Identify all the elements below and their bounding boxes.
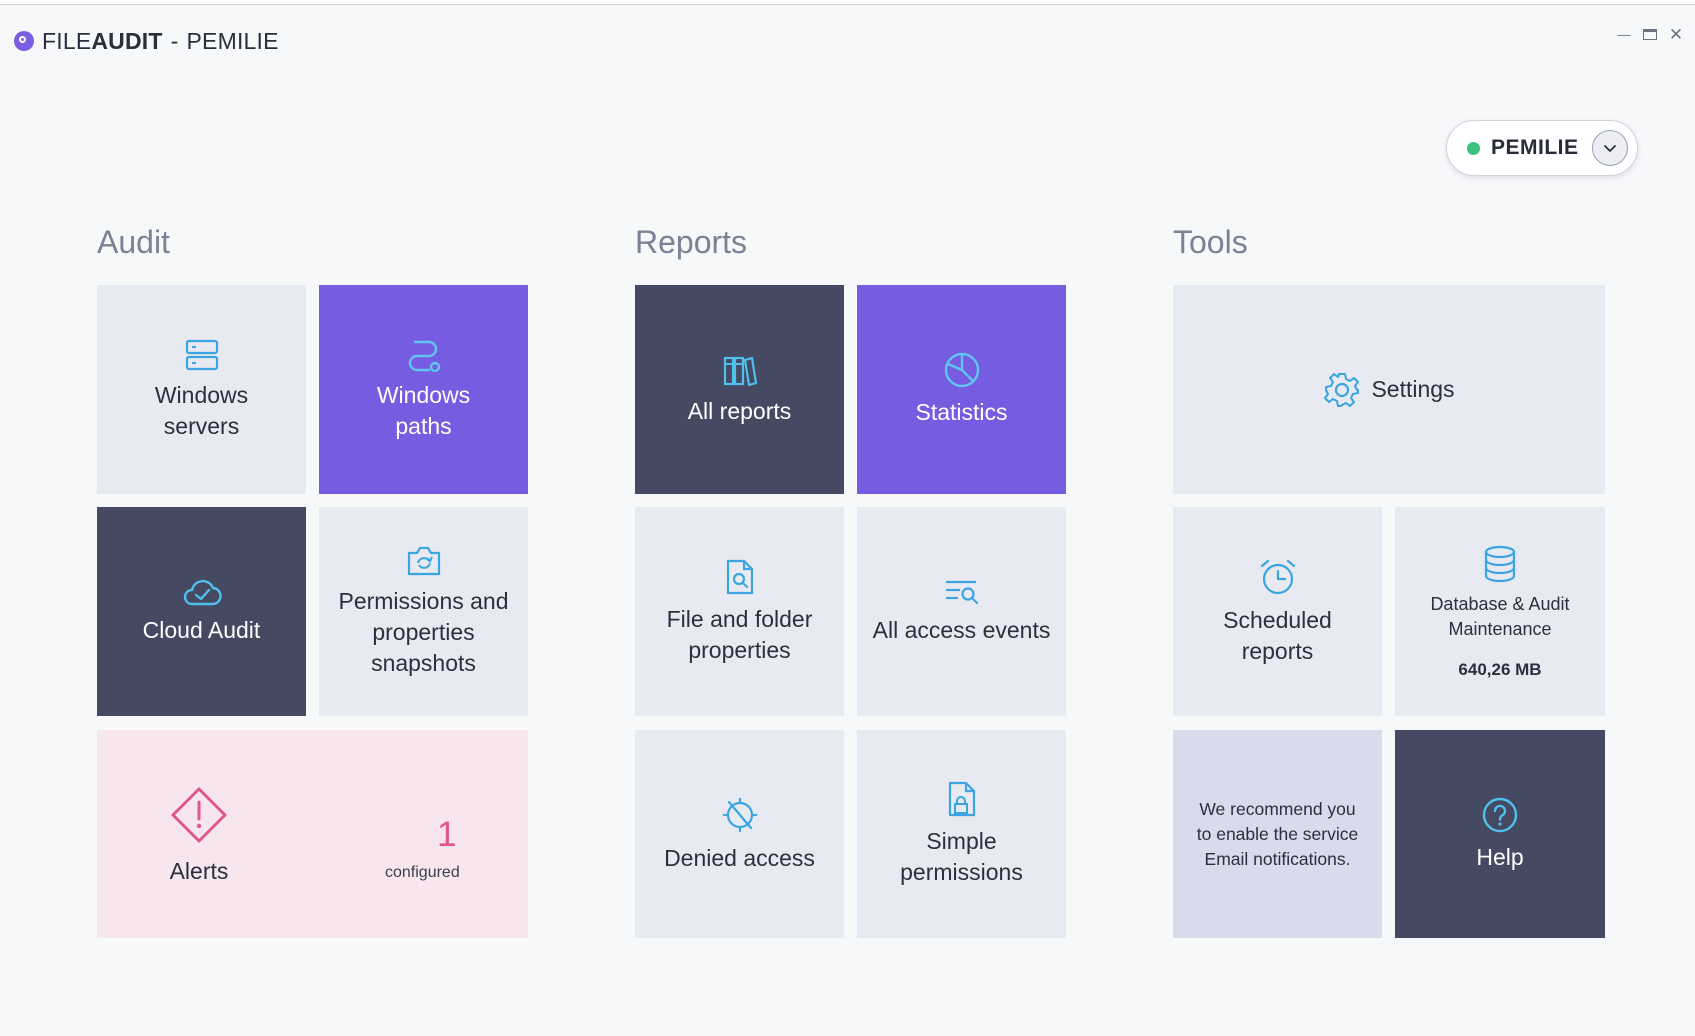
tile-permissions-snapshots[interactable]: Permissions and properties snapshots [319,507,528,716]
warning-diamond-icon [171,787,227,843]
alerts-configured-label: configured [385,864,460,881]
database-size: 640,26 MB [1458,659,1542,679]
chevron-down-icon [1604,145,1616,152]
books-icon [723,356,757,387]
minimize-button[interactable]: — [1615,26,1633,44]
file-search-icon [726,559,753,594]
tile-label: All reports [687,398,792,424]
close-button[interactable]: ✕ [1667,26,1685,44]
server-selector[interactable]: PEMILIE [1446,120,1638,176]
snapshot-icon [407,546,440,576]
tile-label: Alerts [169,858,229,884]
route-icon [408,340,440,372]
pie-chart-icon [944,352,979,388]
tile-email-recommendation[interactable]: We recommend you to enable the service Ema… [1173,730,1382,938]
window-top-border [0,0,1695,5]
tile-database-maintenance[interactable]: Database & Audit Maintenance 640,26 MB [1395,507,1605,716]
server-dropdown-button[interactable] [1592,130,1628,166]
tile-simple-permissions[interactable]: Simple permissions [857,730,1066,938]
tile-label: Windows paths [376,381,471,439]
tile-label: Help [1476,843,1524,870]
tile-label: File and folder properties [666,605,813,663]
window-controls: — ✕ [1615,26,1685,44]
cloud-check-icon [183,579,222,606]
window-title: FILEAUDIT - PEMILIE [42,27,279,54]
tile-label: Database & Audit Maintenance [1430,593,1570,639]
tile-label: Cloud Audit [142,617,261,643]
tile-settings[interactable]: Settings [1173,285,1605,494]
tile-label: All access events [872,617,1051,643]
tile-all-access-events[interactable]: All access events [857,507,1066,716]
section-title-audit: Audit [97,224,170,260]
tile-label: Scheduled reports [1223,606,1332,664]
server-name: PEMILIE [1491,136,1579,159]
tile-label: Denied access [664,844,815,871]
denied-icon [722,797,757,832]
tile-all-reports[interactable]: All reports [635,285,844,494]
recommendation-text: We recommend you to enable the service Ema… [1196,798,1359,869]
tile-label: Simple permissions [900,828,1023,885]
server-status-dot [1467,141,1480,155]
section-title-tools: Tools [1173,224,1248,260]
window-titlebar: FILEAUDIT - PEMILIE [14,26,279,56]
server-icon [185,339,218,370]
maximize-button[interactable] [1643,29,1657,40]
database-icon [1484,545,1516,582]
tile-cloud-audit[interactable]: Cloud Audit [97,507,306,716]
tile-alerts[interactable]: Alerts 1 configured [97,730,528,938]
tile-label: Windows servers [154,381,249,439]
tile-scheduled-reports[interactable]: Scheduled reports [1173,507,1382,716]
alerts-left-group: Alerts [169,786,229,887]
tile-windows-paths[interactable]: Windows paths [319,285,528,494]
tile-label: Settings [1371,376,1455,402]
list-search-icon [945,580,978,605]
fileaudit-logo-icon [14,31,34,51]
gear-icon [1324,372,1360,407]
tile-label: Statistics [915,399,1008,425]
tile-windows-servers[interactable]: Windows servers [97,285,306,494]
alarm-clock-icon [1260,559,1295,594]
help-circle-icon [1482,797,1518,832]
tile-file-folder-properties[interactable]: File and folder properties [635,507,844,716]
tile-statistics[interactable]: Statistics [857,285,1066,494]
tile-help[interactable]: Help [1395,730,1605,938]
alerts-count: 1 [437,815,457,854]
section-title-reports: Reports [635,224,748,260]
tile-label: Permissions and properties snapshots [338,588,509,676]
tile-denied-access[interactable]: Denied access [635,730,844,938]
file-lock-icon [948,781,975,817]
